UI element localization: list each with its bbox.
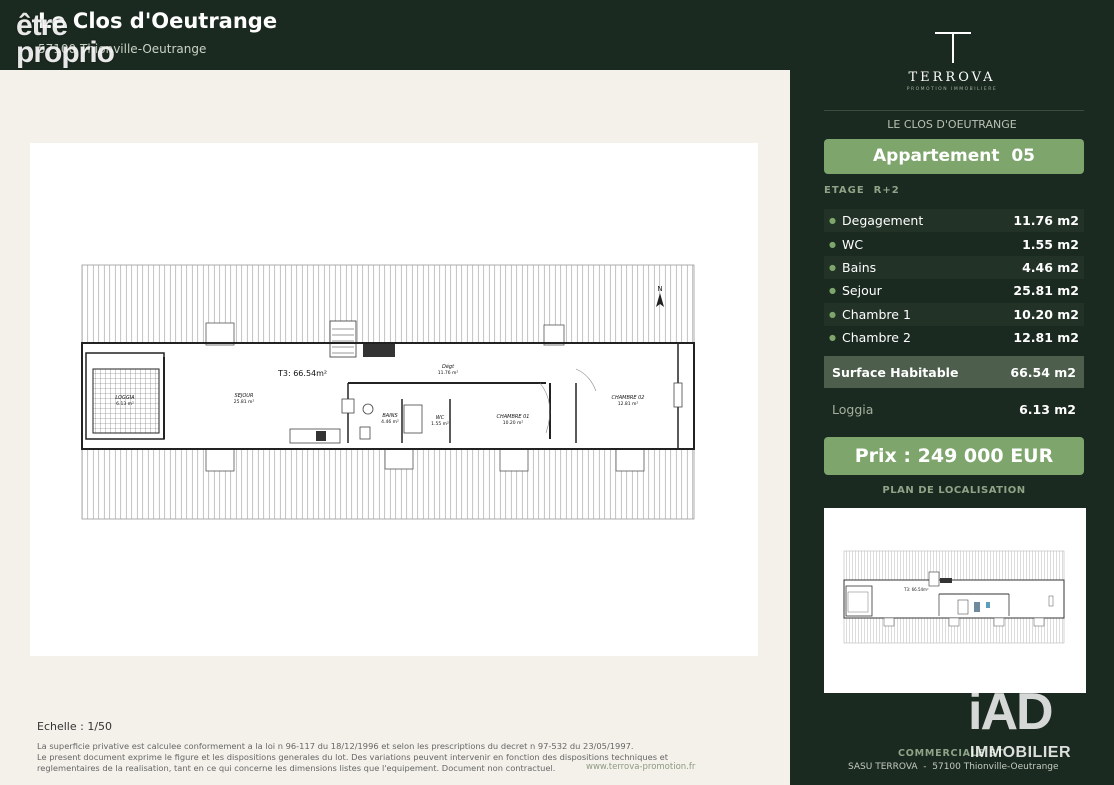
legal-line: La superficie privative est calculee con… bbox=[37, 741, 634, 751]
surface-label: Surface Habitable bbox=[832, 364, 959, 380]
room-row-sejour: ● Sejour 25.81 m2 bbox=[824, 279, 1084, 302]
watermark-text: être proprio bbox=[16, 9, 115, 69]
location-plan-drawing: T3: 66.54m² bbox=[843, 550, 1065, 644]
program-name: LE CLOS D'OEUTRANGE bbox=[887, 118, 1017, 131]
room-row-wc: ● WC 1.55 m2 bbox=[824, 232, 1084, 255]
plan-room-area: 25.81 m² bbox=[234, 399, 255, 405]
plan-room-name: Dégt bbox=[442, 363, 455, 370]
iad-logo-watermark: iAD bbox=[968, 683, 1054, 741]
surface-value: 66.54 m2 bbox=[1010, 364, 1076, 380]
plan-room-name: CHAMBRE 02 bbox=[611, 395, 644, 401]
plan-room-area: 4.46 m² bbox=[381, 419, 399, 425]
brochure-page: Le Clos d'Oeutrange 57100 Thionville-Oeu… bbox=[0, 0, 1114, 785]
floor-plan-panel: N T3: 66.54m² LOGGIA 6.13 m² SEJOUR 25.8… bbox=[30, 143, 758, 656]
room-row-degagement: ● Degagement 11.76 m2 bbox=[824, 209, 1084, 233]
room-name: Bains bbox=[842, 259, 877, 275]
plan-room-area: 11.76 m² bbox=[438, 370, 459, 376]
location-plan-area-label: T3: 66.54m² bbox=[903, 587, 929, 592]
plan-area-label: T3: 66.54m² bbox=[277, 369, 327, 378]
bullet-icon: ● bbox=[829, 216, 836, 226]
scale-label: Echelle : 1/50 bbox=[37, 720, 113, 733]
bullet-icon: ● bbox=[829, 239, 836, 249]
room-area: 25.81 m2 bbox=[1013, 283, 1079, 299]
room-name: Degagement bbox=[842, 213, 924, 229]
room-area: 11.76 m2 bbox=[1013, 213, 1079, 229]
plan-room-area: 10.20 m² bbox=[503, 420, 524, 426]
plan-room-name: LOGGIA bbox=[115, 395, 135, 401]
divider bbox=[824, 110, 1084, 111]
room-row-chambre-1: ● Chambre 1 10.20 m2 bbox=[824, 302, 1084, 326]
terrova-logo-icon bbox=[935, 32, 971, 63]
room-name: Sejour bbox=[842, 283, 882, 299]
room-area: 1.55 m2 bbox=[1022, 236, 1079, 252]
plan-room-name: CHAMBRE 01 bbox=[496, 414, 529, 420]
room-row-bains: ● Bains 4.46 m2 bbox=[824, 255, 1084, 280]
bullet-icon: ● bbox=[829, 262, 836, 272]
plan-room-area: 6.13 m² bbox=[116, 401, 134, 407]
brand-name: TERROVA bbox=[908, 70, 996, 85]
room-area: 4.46 m2 bbox=[1022, 259, 1079, 275]
room-list: ● Degagement 11.76 m2 ● WC 1.55 m2 ● Bai… bbox=[824, 209, 1084, 349]
room-area: 10.20 m2 bbox=[1013, 306, 1079, 322]
bullet-icon: ● bbox=[829, 333, 836, 343]
loggia-label: Loggia bbox=[832, 402, 874, 417]
room-area: 12.81 m2 bbox=[1013, 330, 1079, 346]
header-bar: Le Clos d'Oeutrange 57100 Thionville-Oeu… bbox=[0, 0, 790, 70]
company-address: SASU TERROVA - 57100 Thionville-Oeutrang… bbox=[848, 762, 1059, 772]
room-name: WC bbox=[842, 236, 864, 252]
price-badge: Prix : 249 000 EUR bbox=[824, 437, 1084, 475]
location-plan-thumbnail[interactable]: T3: 66.54m² bbox=[824, 508, 1086, 693]
loggia-value: 6.13 m2 bbox=[1019, 402, 1076, 417]
plan-room-name: SEJOUR bbox=[235, 393, 254, 399]
brand-tagline: PROMOTION IMMOBILIERE bbox=[906, 87, 998, 92]
iad-logo-subtitle: IMMOBILIER bbox=[970, 744, 1071, 761]
plan-room-name: BAINS bbox=[382, 413, 398, 419]
plan-room-area: 1.55 m² bbox=[431, 421, 449, 427]
plan-room-area: 12.81 m² bbox=[618, 401, 639, 407]
loggia-row: Loggia 6.13 m2 bbox=[824, 402, 1084, 417]
surface-habitable-row: Surface Habitable 66.54 m2 bbox=[824, 356, 1084, 388]
room-row-chambre-2: ● Chambre 2 12.81 m2 bbox=[824, 326, 1084, 349]
apartment-badge: Appartement 05 bbox=[824, 139, 1084, 174]
roof-top bbox=[82, 265, 694, 343]
location-plan-title: PLAN DE LOCALISATION bbox=[882, 485, 1026, 496]
bullet-icon: ● bbox=[829, 309, 836, 319]
room-name: Chambre 2 bbox=[842, 330, 911, 346]
info-sidebar: TERROVA PROMOTION IMMOBILIERE LE CLOS D'… bbox=[790, 0, 1114, 785]
room-name: Chambre 1 bbox=[842, 306, 911, 322]
plan-room-name: WC bbox=[436, 415, 445, 421]
website-link[interactable]: www.terrova-promotion.fr bbox=[586, 762, 695, 772]
floor-label: ETAGE R+2 bbox=[824, 185, 900, 196]
floor-plan-drawing: N T3: 66.54m² LOGGIA 6.13 m² SEJOUR 25.8… bbox=[81, 264, 695, 520]
etreproprio-watermark: être proprio bbox=[16, 9, 115, 69]
svg-text:N: N bbox=[657, 285, 662, 293]
bullet-icon: ● bbox=[829, 286, 836, 296]
